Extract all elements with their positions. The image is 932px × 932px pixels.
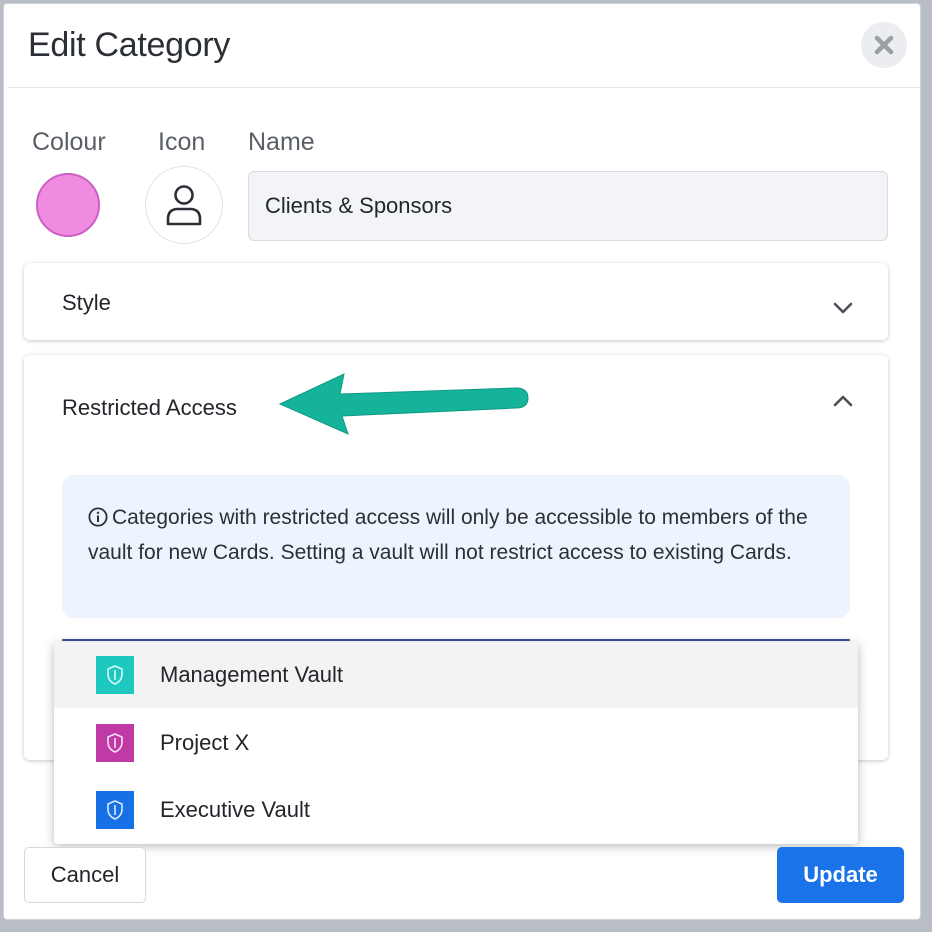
shield-icon xyxy=(96,656,134,694)
colour-label: Colour xyxy=(32,128,106,156)
close-icon xyxy=(874,35,894,55)
shield-icon xyxy=(96,791,134,829)
shield-icon xyxy=(96,724,134,762)
colour-swatch[interactable] xyxy=(36,173,100,237)
vault-option-label: Project X xyxy=(160,730,250,755)
vault-option[interactable]: Project X xyxy=(54,710,858,776)
vault-option-label: Executive Vault xyxy=(160,797,311,822)
chevron-down-icon[interactable] xyxy=(830,295,856,321)
vault-dropdown: Management Vault Project X Executive Vau… xyxy=(54,642,858,844)
vault-option-label: Management Vault xyxy=(160,662,344,687)
annotation-arrow xyxy=(278,373,529,435)
style-panel[interactable]: Style xyxy=(24,263,888,340)
vault-option[interactable]: Management Vault xyxy=(54,642,858,708)
info-message: Categories with restricted access will o… xyxy=(62,475,850,618)
chevron-up-icon[interactable] xyxy=(830,388,856,414)
dialog-title: Edit Category xyxy=(28,26,231,64)
style-panel-title: Style xyxy=(62,290,111,315)
info-icon xyxy=(88,505,108,537)
icon-picker[interactable] xyxy=(145,166,223,244)
vault-option[interactable]: Executive Vault xyxy=(54,777,858,843)
dialog-header: Edit Category xyxy=(8,4,920,88)
update-button[interactable]: Update xyxy=(777,847,904,903)
name-label: Name xyxy=(248,128,315,156)
user-icon xyxy=(166,185,202,226)
info-text: Categories with restricted access will o… xyxy=(88,506,808,564)
name-input[interactable] xyxy=(248,171,888,241)
restricted-access-title[interactable]: Restricted Access xyxy=(62,395,237,421)
cancel-button[interactable]: Cancel xyxy=(24,847,146,903)
vault-select[interactable] xyxy=(62,639,850,641)
icon-label: Icon xyxy=(158,128,206,156)
close-button[interactable] xyxy=(861,22,907,68)
